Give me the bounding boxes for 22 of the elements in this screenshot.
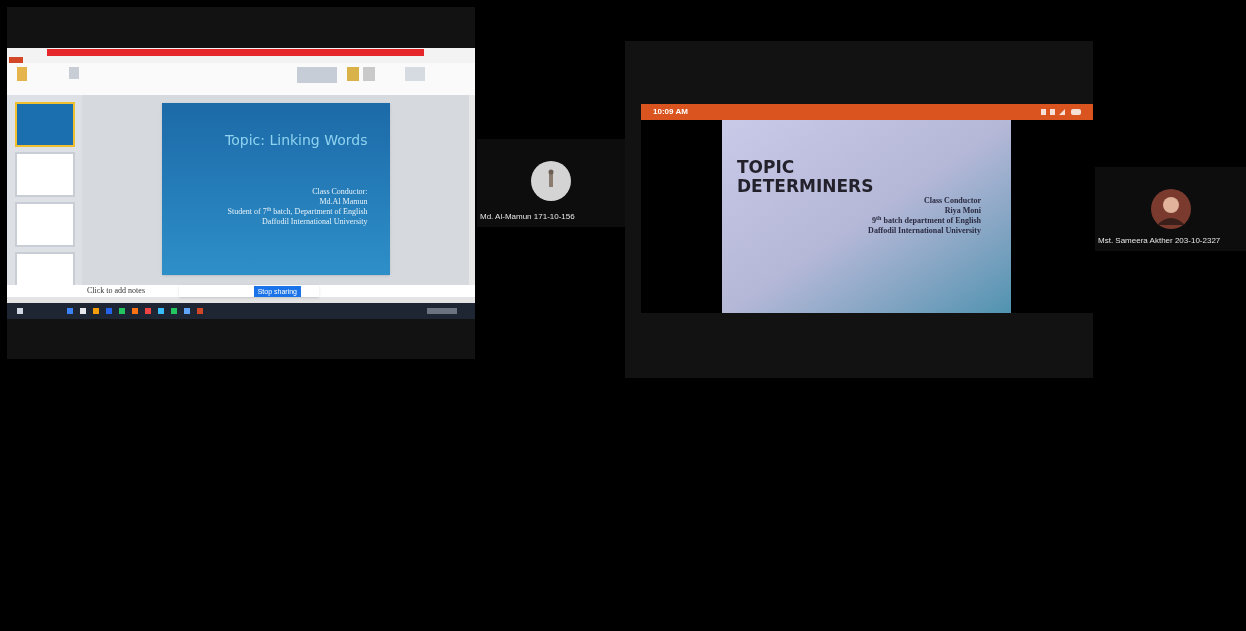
slide-text: Student of 7$^{th}$ batch, Department of English (227, 207, 368, 217)
file-tab[interactable] (9, 56, 23, 63)
avatar (1150, 189, 1191, 229)
avatar (531, 161, 571, 201)
slide-title: Topic: Linking Words (225, 133, 368, 147)
participant-name: Mst. Sameera Akther 203-10-2327 (1098, 236, 1221, 246)
slide-thumbnail[interactable] (15, 152, 75, 197)
slide-text: Class Conductor: (312, 187, 368, 197)
notes-placeholder[interactable]: Click to add notes (87, 286, 145, 296)
slide-text: 9$^{th}$ batch department of English (872, 216, 981, 226)
clock: 10:09 AM (653, 107, 688, 117)
participant-name: Md. Al-Mamun 171-10-156 (480, 212, 575, 222)
slide-thumbnail[interactable] (15, 202, 75, 247)
slide-text: Md.Al Mamun (319, 197, 368, 207)
status-icons (1041, 109, 1081, 115)
slide-text: Daffodil International University (261, 217, 368, 227)
slide-thumbnail[interactable] (15, 102, 75, 147)
slide-thumbnail[interactable] (15, 252, 75, 285)
slide-text: Class Conductor (923, 196, 981, 206)
slide-title: TOPIC DETERMINERS (737, 158, 875, 196)
slide-text: Daffodil International University (868, 226, 981, 236)
slide-text: Riya Moni (944, 206, 981, 216)
